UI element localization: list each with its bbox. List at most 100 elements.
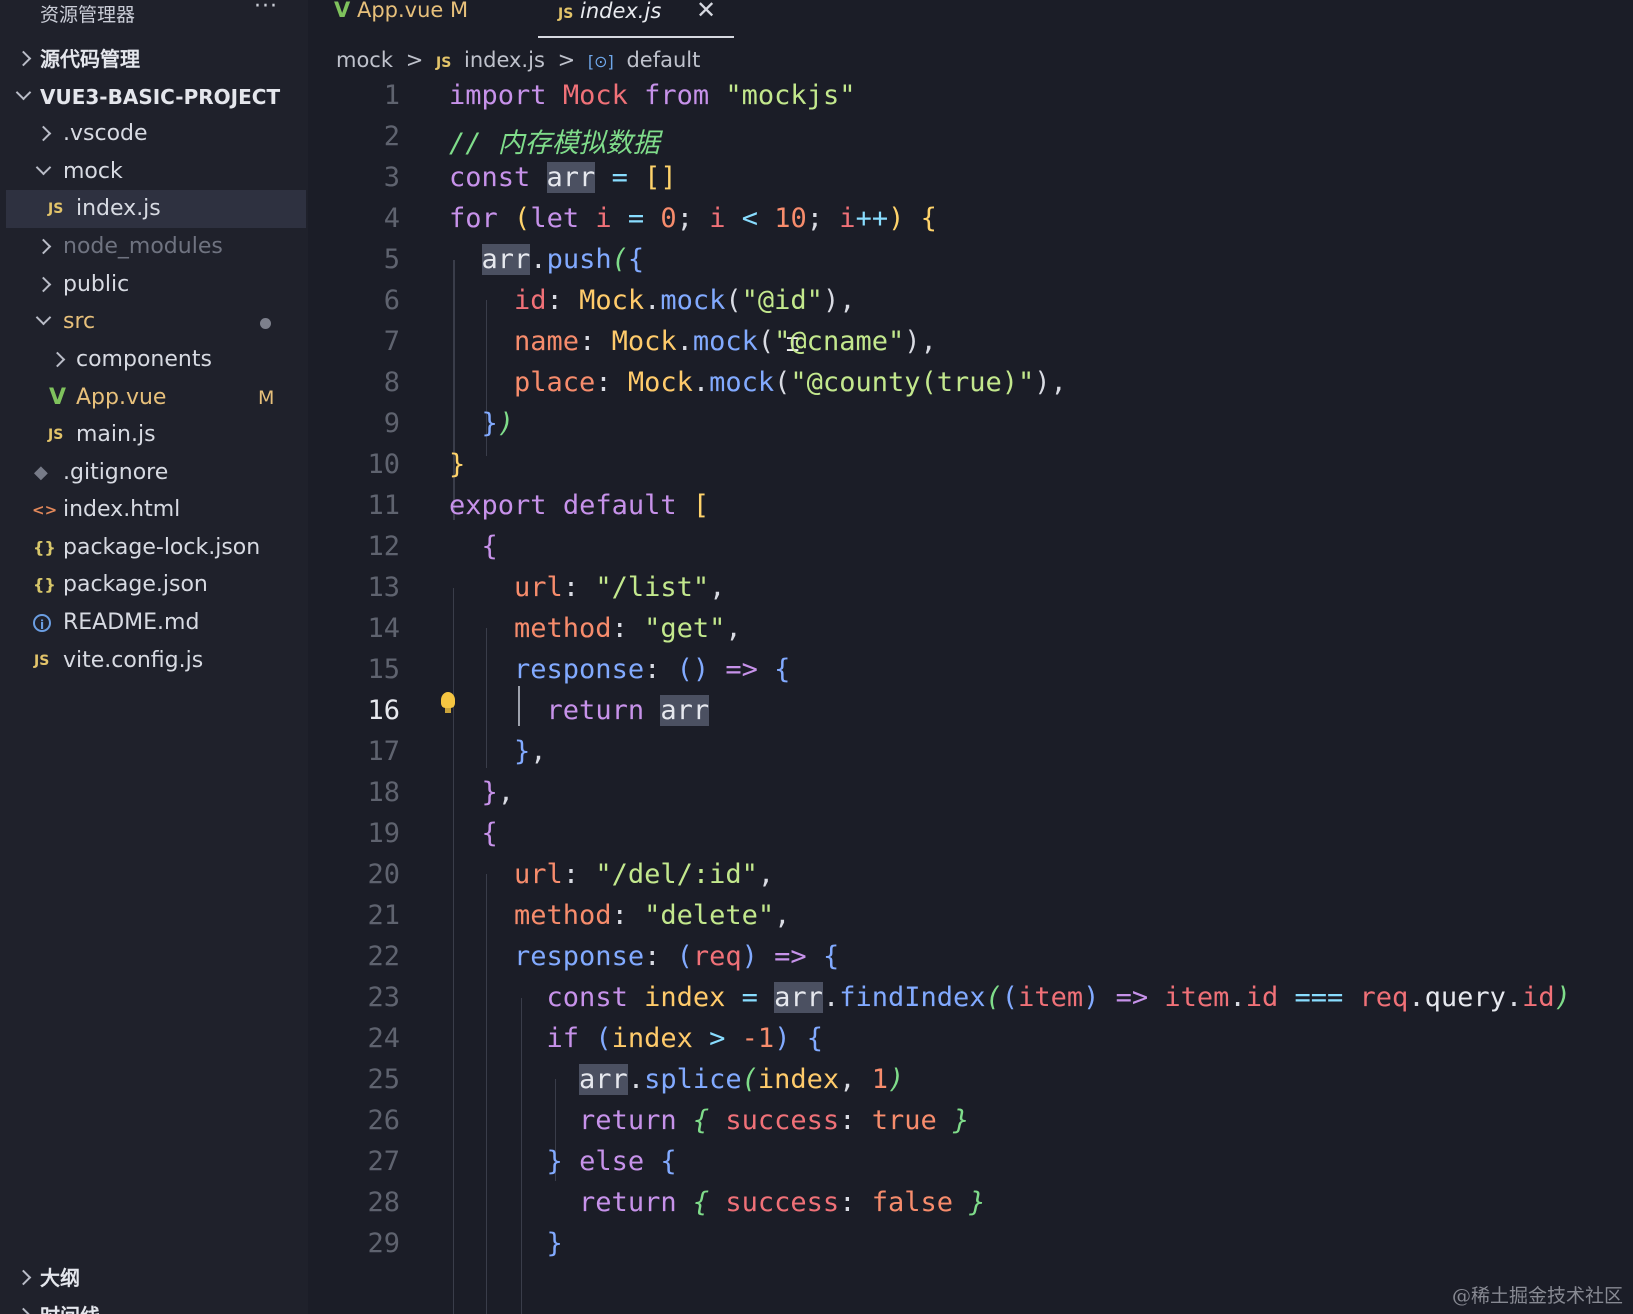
code-line-12: {: [481, 531, 498, 562]
line-number: 18: [367, 777, 400, 808]
code-line-20: url: "/del/:id",: [514, 859, 775, 890]
html-file-icon: <>: [32, 501, 58, 519]
source-control-section[interactable]: 源代码管理: [6, 40, 306, 78]
code-line-23: const index = arr.findIndex((item) => it…: [546, 982, 1571, 1013]
code-line-19: {: [481, 818, 498, 849]
line-number: 8: [383, 367, 400, 398]
tab-index-js[interactable]: JS index.js ✕: [538, 0, 734, 38]
breadcrumb-file[interactable]: index.js: [464, 48, 545, 72]
tree-item-readme[interactable]: i README.md: [6, 604, 306, 642]
line-number: 23: [367, 982, 400, 1013]
js-file-icon: JS: [48, 427, 64, 443]
code-line-22: response: (req) => {: [514, 941, 840, 972]
line-number: 7: [383, 326, 400, 357]
close-icon[interactable]: ✕: [696, 0, 716, 24]
chevron-down-icon: [15, 84, 32, 101]
timeline-section[interactable]: 时间线: [6, 1297, 306, 1314]
code-line-7: name: Mock.mock("@cname"),: [514, 326, 937, 357]
git-file-icon: ◆: [34, 462, 48, 483]
tree-item-index-html[interactable]: <> index.html: [6, 491, 306, 529]
chevron-right-icon: [35, 125, 52, 142]
tab-app-vue[interactable]: V App.vue M: [334, 0, 514, 38]
line-number: 6: [383, 285, 400, 316]
tree-item-vite-config[interactable]: JS vite.config.js: [6, 642, 306, 680]
tree-item-main-js[interactable]: JS main.js: [6, 416, 306, 454]
chevron-right-icon: >: [405, 48, 424, 72]
chevron-right-icon: [35, 238, 52, 255]
chevron-right-icon: [35, 276, 52, 293]
line-number: 13: [367, 572, 400, 603]
code-line-9: }): [481, 408, 515, 439]
code-line-16: return arr: [546, 695, 710, 726]
line-number: 26: [367, 1105, 400, 1136]
modified-dot-icon: [260, 318, 271, 329]
tree-item-mock-index-js[interactable]: JS index.js: [6, 190, 306, 228]
vscode-window: 资源管理器 ··· 源代码管理 VUE3-BASIC-PROJECT .vsco…: [0, 0, 1633, 1314]
project-root-section[interactable]: VUE3-BASIC-PROJECT: [6, 78, 306, 116]
code-line-13: url: "/list",: [514, 572, 726, 603]
code-line-17: },: [514, 736, 547, 767]
code-line-8: place: Mock.mock("@county(true)"),: [514, 367, 1067, 398]
tree-item-gitignore[interactable]: ◆ .gitignore: [6, 454, 306, 492]
line-number: 16: [367, 695, 400, 726]
explorer-sidebar: 资源管理器 ··· 源代码管理 VUE3-BASIC-PROJECT .vsco…: [0, 0, 308, 1314]
line-number: 2: [383, 121, 400, 152]
code-line-5: arr.push({: [481, 244, 645, 275]
breadcrumb-symbol[interactable]: default: [626, 48, 700, 72]
line-number: 19: [367, 818, 400, 849]
tree-item-components[interactable]: components: [6, 341, 306, 379]
line-number: 12: [367, 531, 400, 562]
chevron-down-icon: [35, 309, 52, 326]
code-line-18: },: [481, 777, 515, 808]
code-line-14: method: "get",: [514, 613, 742, 644]
line-number: 17: [367, 736, 400, 767]
line-number: 25: [367, 1064, 400, 1095]
code-line-26: return { success: true }: [579, 1105, 970, 1136]
line-number: 5: [383, 244, 400, 275]
code-line-25: arr.splice(index, 1): [579, 1064, 905, 1095]
tree-item-public[interactable]: public: [6, 266, 306, 304]
vue-file-icon: V: [334, 0, 351, 22]
chevron-right-icon: [49, 351, 66, 368]
line-number: 22: [367, 941, 400, 972]
code-line-6: id: Mock.mock("@id"),: [514, 285, 856, 316]
code-line-15: response: () => {: [514, 654, 791, 685]
line-number: 29: [367, 1228, 400, 1259]
chevron-right-icon: [15, 1307, 32, 1314]
tree-item-app-vue[interactable]: V App.vue M: [6, 379, 306, 417]
line-number: 9: [383, 408, 400, 439]
outline-section[interactable]: 大纲: [6, 1259, 306, 1297]
code-line-27: } else {: [546, 1146, 677, 1177]
line-number: 3: [383, 162, 400, 193]
chevron-right-icon: [15, 50, 32, 67]
code-line-4: for (let i = 0; i < 10; i++) {: [449, 203, 937, 234]
modified-badge: M: [450, 0, 469, 22]
chevron-right-icon: [15, 1269, 32, 1286]
watermark: @稀土掘金技术社区: [1451, 1285, 1623, 1307]
breadcrumb-folder[interactable]: mock: [336, 48, 393, 72]
more-actions-icon[interactable]: ···: [254, 0, 278, 19]
chevron-down-icon: [35, 159, 52, 176]
js-file-icon: JS: [436, 55, 452, 71]
code-line-11: export default [: [449, 490, 710, 521]
line-number: 14: [367, 613, 400, 644]
line-number: 21: [367, 900, 400, 931]
info-icon: i: [33, 614, 51, 632]
tree-item-package-lock-json[interactable]: {} package-lock.json: [6, 529, 306, 567]
chevron-right-icon: >: [557, 48, 576, 72]
tree-item-vscode[interactable]: .vscode: [6, 115, 306, 153]
line-number: 20: [367, 859, 400, 890]
modified-badge: M: [258, 387, 275, 409]
tree-item-mock[interactable]: mock: [6, 153, 306, 191]
code-line-24: if (index > -1) {: [546, 1023, 823, 1054]
js-file-icon: JS: [558, 6, 574, 22]
code-line-28: return { success: false }: [579, 1187, 986, 1218]
json-file-icon: {}: [33, 575, 56, 594]
breadcrumb: mock > JS index.js > [⊙] default: [336, 44, 706, 76]
tree-item-src[interactable]: src: [6, 303, 306, 341]
line-number: 27: [367, 1146, 400, 1177]
code-editor[interactable]: ⌶ 1 2 3 4 5 6 7 8 9 10 11 12 13 14 15 16 17 18 19 20 21 22 23 2…: [308, 80, 1633, 1314]
js-file-icon: JS: [48, 201, 64, 217]
tree-item-node-modules[interactable]: node_modules: [6, 228, 306, 266]
tree-item-package-json[interactable]: {} package.json: [6, 566, 306, 604]
